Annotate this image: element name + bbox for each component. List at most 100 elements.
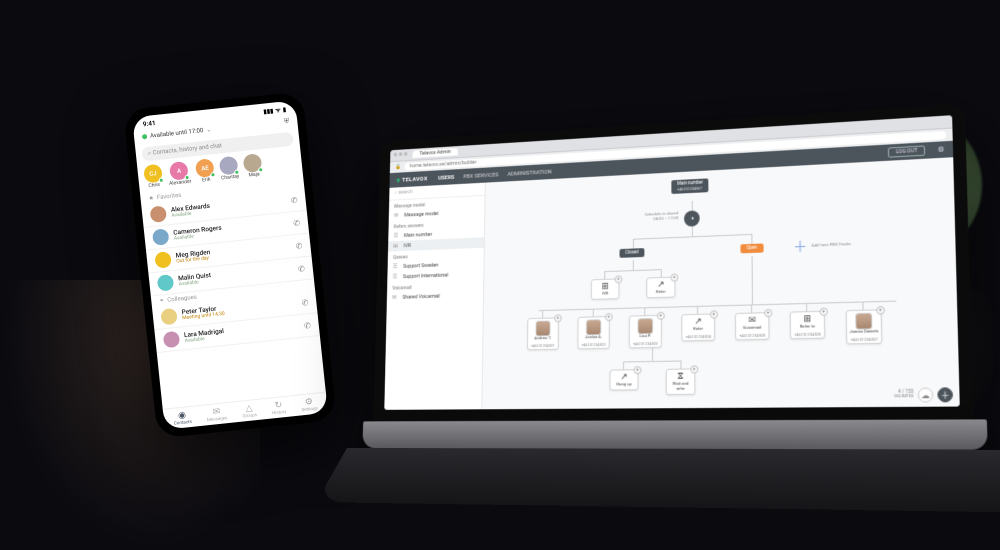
nav-admin[interactable]: ADMINISTRATION — [507, 168, 551, 177]
avatar — [152, 228, 170, 246]
sidebar-item-icon: ☰ — [393, 232, 400, 239]
avatar — [219, 156, 239, 176]
flow-node[interactable]: + Jordan A. +46101234502 — [577, 316, 609, 349]
flow-node[interactable]: + ↗ Refer +46101234504 — [681, 313, 715, 341]
node-add-icon[interactable]: + — [554, 314, 562, 322]
node-add-icon[interactable]: + — [710, 310, 718, 318]
avatar-name: Maja — [248, 171, 260, 178]
add-button[interactable]: ＋ — [937, 387, 953, 402]
window-controls[interactable] — [394, 152, 410, 158]
logo-mark-icon: ▾ — [396, 176, 400, 184]
cloud-upload-icon[interactable]: ☁ — [918, 387, 934, 402]
sidebar-item-icon: ☰ — [393, 263, 400, 270]
closed-branch-chip[interactable]: Closed — [620, 248, 645, 258]
presence-label: Available until 17:00 — [150, 127, 204, 140]
avatar — [163, 331, 181, 349]
root-number-chip[interactable]: Main number +46101234567 — [671, 178, 708, 194]
sidebar-item-label: IVR — [404, 243, 411, 249]
sidebar-item-icon: ✉ — [392, 294, 399, 301]
node-number: +46101234505 — [736, 333, 768, 340]
add-node-button[interactable]: ＋ — [793, 240, 808, 255]
quick-contact[interactable]: Maja — [243, 153, 263, 179]
node-icon: ⊞ — [791, 314, 824, 325]
node-add-icon[interactable]: + — [634, 366, 642, 374]
open-branch-chip[interactable]: Open — [740, 243, 763, 253]
quick-contact[interactable]: CJ Chris — [143, 164, 163, 190]
call-icon[interactable]: ✆ — [290, 195, 298, 205]
presence-dot-icon — [142, 134, 147, 139]
sidebar-item-label: Support Sweden — [403, 262, 438, 269]
sidebar-item-label: Message model — [404, 211, 438, 218]
schedule-clock-icon[interactable]: ◔ — [684, 210, 700, 226]
call-icon[interactable]: ✆ — [298, 264, 306, 274]
avatar — [586, 319, 601, 335]
call-icon[interactable]: ✆ — [304, 320, 312, 330]
avatar — [855, 313, 872, 330]
avatar-name: Alexander — [169, 179, 192, 187]
phone-screen: 9:41 ▮▮▮ᯤ▮ Available until 17:00 ⌄ ⛨ ⌕ C… — [132, 100, 328, 429]
sidebar-item-icon: ☰ — [393, 273, 400, 280]
node-add-icon[interactable]: + — [671, 274, 679, 282]
tab-groups[interactable]: △Groups — [241, 404, 257, 419]
avatar — [157, 274, 175, 292]
node-number: +46101234503 — [630, 341, 661, 348]
flow-node[interactable]: + ↗ Refer — [646, 277, 675, 299]
browser-tab[interactable]: Telavox Admin — [413, 148, 458, 158]
node-number: +46101234507 — [847, 336, 881, 343]
sidebar-item-label: Main number — [404, 232, 432, 239]
node-add-icon[interactable]: + — [657, 312, 665, 320]
nav-pbx[interactable]: PBX SERVICES — [463, 171, 498, 180]
avatar-name: Erik — [202, 177, 211, 184]
canvas-footer: 4 / 150UNLIMITED ☁ ＋ — [894, 387, 953, 402]
flow-node[interactable]: + ⊞ IVR — [591, 278, 620, 299]
flow-node[interactable]: + Lisa P. +46101234503 — [629, 315, 662, 349]
tab-settings[interactable]: ⚙Settings — [300, 398, 318, 414]
call-icon[interactable]: ✆ — [295, 241, 303, 251]
node-number: +46101234506 — [791, 331, 824, 338]
shield-icon[interactable]: ⛨ — [284, 117, 290, 126]
presence-dot-icon — [258, 167, 263, 172]
gear-icon[interactable]: ⚙ — [938, 145, 945, 154]
quick-contact[interactable]: Chantay — [219, 156, 240, 182]
flow-node[interactable]: + ⊞ Refer to +46101234506 — [790, 311, 826, 340]
node-add-icon[interactable]: + — [615, 275, 623, 283]
flow-node[interactable]: + ✉ Voicemail +46101234505 — [735, 312, 770, 340]
node-icon: ↗ — [610, 372, 637, 382]
phone-device: 9:41 ▮▮▮ᯤ▮ Available until 17:00 ⌄ ⛨ ⌕ C… — [123, 91, 337, 438]
flow-node[interactable]: + ↗ Hang up — [610, 369, 639, 390]
node-add-icon[interactable]: + — [690, 365, 698, 373]
node-label: IVR — [592, 291, 619, 299]
sidebar: ⌕ search Message model ✉ Message model R… — [384, 183, 485, 410]
nav-users[interactable]: USERS — [438, 174, 454, 181]
node-add-icon[interactable]: + — [876, 306, 885, 315]
node-add-icon[interactable]: + — [820, 308, 828, 316]
clock-label: 9:41 — [142, 119, 156, 128]
node-icon: ✉ — [736, 315, 768, 326]
tab-history[interactable]: ↻History — [271, 401, 287, 416]
avatar-name: Chris — [148, 182, 160, 189]
flow-node[interactable]: + James Daniels +46101234507 — [846, 309, 883, 344]
brand-logo[interactable]: ▾TELAVOX — [396, 174, 427, 184]
laptop-screen: Telavox Admin 🔒 home.telavox.se/admin/bu… — [384, 115, 960, 410]
add-node-label: Add here PBX Finder — [811, 242, 851, 249]
battery-icon: ▮ — [282, 106, 286, 113]
call-icon[interactable]: ✆ — [301, 298, 309, 308]
logout-button[interactable]: LOG OUT — [888, 145, 925, 157]
quick-contact[interactable]: A Alexander — [167, 161, 192, 187]
node-label: Wait and refer — [667, 382, 695, 394]
quick-contact[interactable]: AE Erik — [195, 158, 215, 184]
flow-canvas[interactable]: Main number +46101234567 ◔ Schedule is c… — [482, 157, 960, 409]
contacts-list: Alex EdwardsAvailable ✆ Cameron RogersAv… — [141, 188, 326, 409]
status-icons: ▮▮▮ᯤ▮ — [261, 105, 286, 116]
tab-messages[interactable]: ✉Messages — [206, 407, 228, 423]
call-icon[interactable]: ✆ — [293, 218, 301, 228]
sidebar-item[interactable]: ✉ Shared Voicemail — [387, 290, 483, 303]
node-add-icon[interactable]: + — [764, 309, 772, 317]
flow-node[interactable]: + Andrew T. +46101234501 — [527, 317, 559, 350]
node-label: Refer — [647, 290, 674, 298]
tab-contacts[interactable]: ◉Contacts — [173, 411, 192, 427]
avatar — [150, 205, 168, 223]
flow-node[interactable]: + ⧖ Wait and refer — [666, 368, 696, 395]
avatar: AE — [195, 158, 215, 178]
node-add-icon[interactable]: + — [605, 313, 613, 321]
